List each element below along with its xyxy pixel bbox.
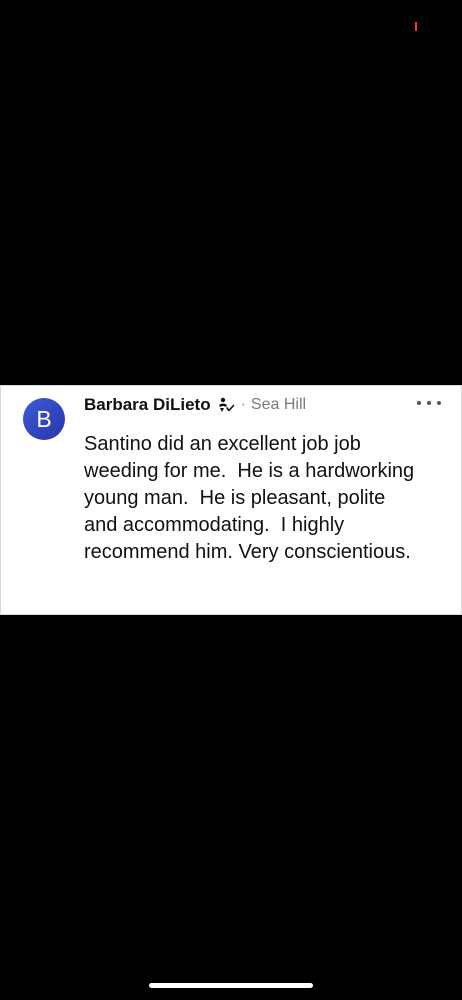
- status-indicator: [415, 22, 417, 31]
- neighbor-badge-icon: [217, 397, 235, 413]
- avatar-letter: B: [36, 405, 52, 432]
- header-separator: ·: [240, 396, 246, 413]
- location-label[interactable]: Sea Hill: [251, 396, 306, 414]
- home-indicator[interactable]: [149, 983, 313, 988]
- author-name[interactable]: Barbara DiLieto: [84, 395, 211, 415]
- more-options-button[interactable]: [417, 394, 441, 412]
- more-options-icon-dot: [437, 401, 441, 405]
- more-options-icon: [417, 401, 421, 405]
- more-options-icon-dot: [427, 401, 431, 405]
- avatar[interactable]: B: [23, 398, 65, 440]
- screen: B Barbara DiLieto · Sea Hill Santino did…: [0, 0, 462, 1000]
- post-body: Santino did an excellent job job weeding…: [84, 433, 420, 563]
- post-header: Barbara DiLieto · Sea Hill: [84, 394, 306, 416]
- post-card: B Barbara DiLieto · Sea Hill Santino did…: [0, 385, 462, 615]
